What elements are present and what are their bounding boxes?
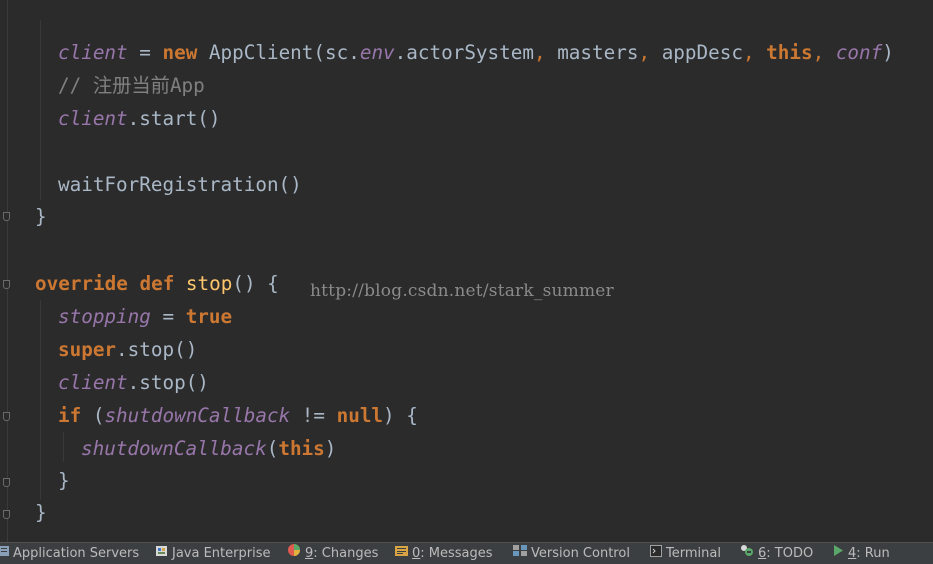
- tool-window-java-enterprise[interactable]: Java Enterprise: [155, 543, 270, 564]
- code-line-7[interactable]: stopping = true: [58, 300, 232, 333]
- code-line-12[interactable]: }: [58, 464, 70, 497]
- code-line-6[interactable]: override def stop() {: [35, 267, 279, 300]
- code-line-13[interactable]: }: [35, 496, 47, 529]
- code-line-9[interactable]: client.stop(): [58, 366, 209, 399]
- code-line-4[interactable]: waitForRegistration(): [58, 168, 302, 201]
- indent-guide: [40, 20, 41, 200]
- tool-window-version-control[interactable]: Version Control: [513, 543, 630, 564]
- tool-window-messages[interactable]: 0: Messages: [395, 543, 493, 564]
- code-line-3[interactable]: client.start(): [58, 102, 221, 135]
- code-line-1[interactable]: client = new AppClient(sc.env.actorSyste…: [58, 36, 894, 69]
- version-control-icon: [513, 543, 527, 564]
- fold-marker-icon[interactable]: [3, 478, 10, 487]
- code-line-2[interactable]: // 注册当前App: [58, 69, 205, 102]
- fold-marker-icon[interactable]: [3, 212, 10, 221]
- run-icon: [833, 543, 844, 564]
- code-line-11[interactable]: shutdownCallback(this): [81, 432, 336, 465]
- editor-gutter: [7, 0, 8, 542]
- tool-window-label: Application Servers: [13, 546, 140, 561]
- code-editor[interactable]: client = new AppClient(sc.env.actorSyste…: [0, 0, 933, 542]
- tool-window-label: Version Control: [531, 546, 630, 561]
- todo-icon: [740, 543, 754, 564]
- tool-window-label: : Run: [856, 546, 890, 561]
- fold-marker-icon[interactable]: [3, 280, 10, 289]
- watermark-text: http://blog.csdn.net/stark_summer: [310, 281, 614, 301]
- tool-window-run[interactable]: 4: Run: [833, 543, 890, 564]
- tool-window-number: 6: [758, 546, 767, 561]
- tool-window-number: 9: [305, 546, 314, 561]
- tool-window-label: : Messages: [420, 546, 493, 561]
- fold-marker-icon[interactable]: [3, 412, 10, 421]
- code-line-8[interactable]: super.stop(): [58, 333, 197, 366]
- tool-window-terminal[interactable]: Terminal: [650, 543, 721, 564]
- messages-icon: [395, 543, 408, 564]
- tool-window-number: 0: [412, 546, 421, 561]
- fold-marker-icon[interactable]: [3, 510, 10, 519]
- tool-window-changes[interactable]: 9: Changes: [287, 543, 378, 564]
- tool-window-todo[interactable]: 6: TODO: [740, 543, 813, 564]
- code-line-10[interactable]: if (shutdownCallback != null) {: [58, 399, 418, 432]
- tool-window-application-servers[interactable]: Application Servers: [0, 543, 139, 564]
- tool-window-number: 4: [848, 546, 857, 561]
- tool-window-label: : Changes: [313, 546, 379, 561]
- java-enterprise-icon: [155, 543, 168, 564]
- tool-window-bar: Application Servers Java Enterprise 9: C…: [0, 542, 933, 564]
- changes-icon: [287, 543, 301, 564]
- tool-window-label: Java Enterprise: [172, 546, 271, 561]
- tool-window-label: Terminal: [666, 546, 721, 561]
- code-line-5[interactable]: }: [35, 200, 47, 233]
- terminal-icon: [650, 543, 662, 564]
- indent-guide: [40, 300, 41, 500]
- tool-window-label: : TODO: [766, 546, 814, 561]
- indent-guide: [63, 432, 64, 462]
- server-icon: [0, 543, 9, 564]
